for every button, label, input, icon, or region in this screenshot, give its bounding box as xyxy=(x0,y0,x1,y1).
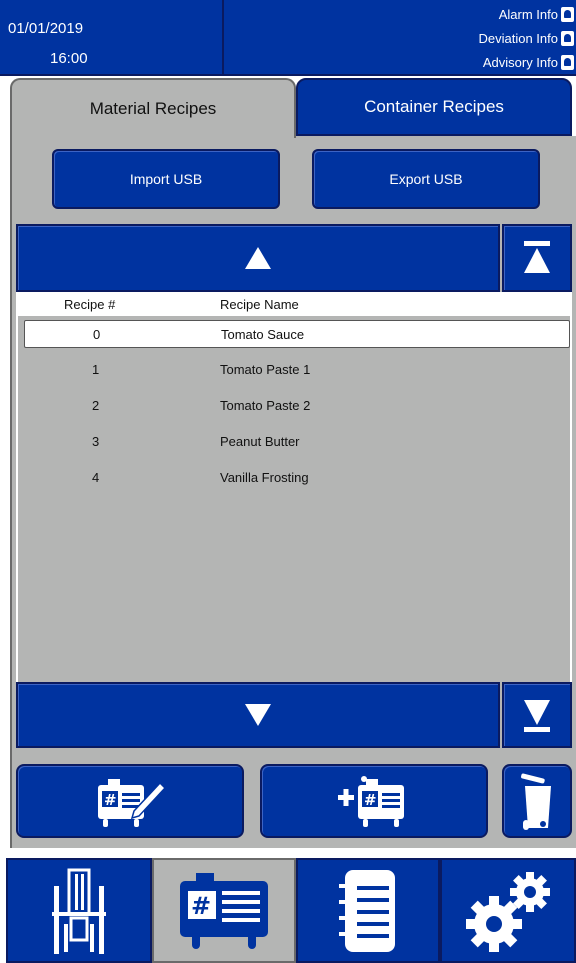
recipe-number: 4 xyxy=(92,470,100,485)
advisory-info[interactable]: Advisory Info xyxy=(483,52,574,72)
triangle-down-icon xyxy=(245,704,271,726)
trash-icon xyxy=(521,773,551,830)
triangle-up-icon xyxy=(245,247,271,269)
deviation-bell-icon xyxy=(561,30,574,46)
recipe-container-icon: # xyxy=(180,872,268,949)
table-row[interactable]: 0 Tomato Sauce xyxy=(24,320,570,348)
recipe-name: Tomato Paste 1 xyxy=(220,362,311,377)
recipe-number: 2 xyxy=(92,398,100,413)
recipe-number: 1 xyxy=(92,362,100,377)
svg-text:#: # xyxy=(364,791,377,809)
header-bar: 01/01/2019 16:00 Alarm Info Deviation In… xyxy=(0,0,576,76)
bottom-navigation: # xyxy=(0,858,576,963)
export-usb-button[interactable]: Export USB xyxy=(312,149,540,209)
tab-material-recipes[interactable]: Material Recipes xyxy=(10,78,296,138)
tab-container-recipes[interactable]: Container Recipes xyxy=(296,78,572,136)
recipe-name: Peanut Butter xyxy=(220,434,300,449)
notebook-icon xyxy=(339,869,395,952)
recipe-number: 3 xyxy=(92,434,100,449)
column-header-number: Recipe # xyxy=(64,297,116,312)
add-recipe-button[interactable]: # xyxy=(260,764,488,838)
alarm-info-label: Alarm Info xyxy=(498,6,558,22)
svg-text:#: # xyxy=(104,791,117,809)
column-header-name: Recipe Name xyxy=(220,297,299,312)
scroll-up-button[interactable] xyxy=(16,224,500,292)
nav-settings-button[interactable] xyxy=(440,858,576,963)
advisory-bell-icon xyxy=(561,54,574,70)
deviation-info-label: Deviation Info xyxy=(478,30,559,46)
table-row[interactable]: 4 Vanilla Frosting xyxy=(24,464,570,492)
edit-recipe-icon: # xyxy=(98,779,167,827)
scroll-to-top-icon xyxy=(524,241,550,273)
scroll-down-button[interactable] xyxy=(16,682,500,748)
scroll-to-bottom-button[interactable] xyxy=(502,682,572,748)
date-display: 01/01/2019 xyxy=(8,20,84,37)
recipe-list-header: Recipe # Recipe Name xyxy=(18,292,570,316)
recipe-name: Tomato Paste 2 xyxy=(220,398,311,413)
time-display: 16:00 xyxy=(50,50,88,67)
nav-log-button[interactable] xyxy=(296,858,440,963)
recipe-list[interactable]: Recipe # Recipe Name 0 Tomato Sauce 1 To… xyxy=(16,292,572,682)
scroll-to-bottom-icon xyxy=(524,700,550,732)
gears-icon xyxy=(466,871,550,952)
recipe-name: Tomato Sauce xyxy=(221,327,305,342)
table-row[interactable]: 2 Tomato Paste 2 xyxy=(24,392,570,420)
datetime-panel: 01/01/2019 16:00 xyxy=(0,0,224,76)
deviation-info[interactable]: Deviation Info xyxy=(478,28,574,48)
add-recipe-icon: # xyxy=(338,776,404,827)
advisory-info-label: Advisory Info xyxy=(482,54,558,70)
nav-recipes-button[interactable]: # xyxy=(152,858,296,963)
machine-icon xyxy=(52,868,106,954)
import-usb-button[interactable]: Import USB xyxy=(52,149,280,209)
delete-recipe-button[interactable] xyxy=(502,764,572,838)
recipe-number: 0 xyxy=(93,327,101,342)
edit-recipe-button[interactable]: # xyxy=(16,764,244,838)
svg-text:#: # xyxy=(191,892,211,920)
table-row[interactable]: 1 Tomato Paste 1 xyxy=(24,356,570,384)
recipe-name: Vanilla Frosting xyxy=(220,470,309,485)
nav-machine-button[interactable] xyxy=(6,858,152,963)
alarm-info[interactable]: Alarm Info xyxy=(499,4,574,24)
alarm-bell-icon xyxy=(561,6,574,22)
scroll-to-top-button[interactable] xyxy=(502,224,572,292)
table-row[interactable]: 3 Peanut Butter xyxy=(24,428,570,456)
